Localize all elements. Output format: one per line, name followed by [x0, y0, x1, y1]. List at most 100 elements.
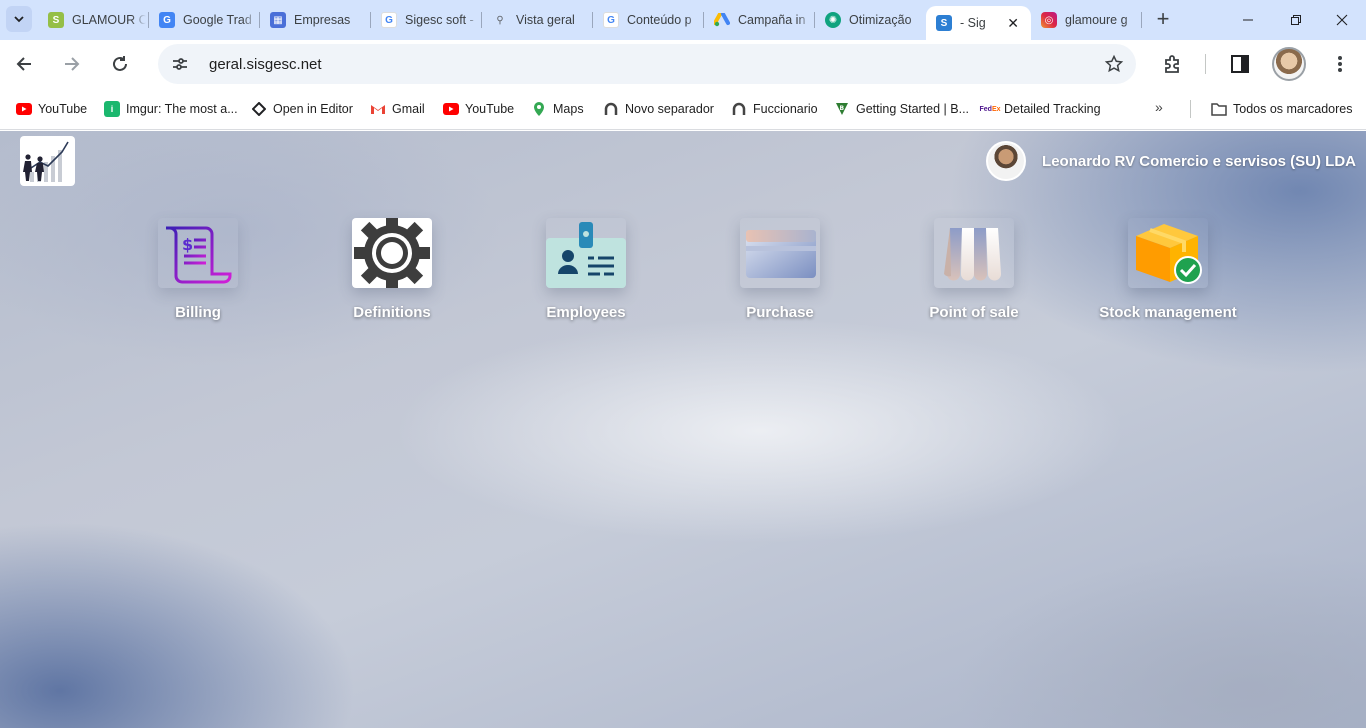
bookmarks-bar: YouTube i Imgur: The most a... Open in E… — [0, 88, 1366, 130]
gmail-icon — [370, 101, 386, 117]
tab-campana[interactable]: Campaña in — [704, 0, 815, 40]
fedex-icon: Fed Ex — [979, 105, 1001, 113]
browser-toolbar: geral.sisgesc.net — [0, 40, 1366, 88]
site-settings-icon[interactable] — [170, 54, 190, 74]
google-ads-icon — [714, 12, 730, 28]
module-label: Stock management — [1099, 304, 1237, 321]
user-avatar[interactable] — [986, 141, 1027, 181]
tab-google-translate[interactable]: G Google Trad — [149, 0, 260, 40]
maps-pin-icon — [531, 101, 547, 117]
more-bookmarks-icon[interactable]: » — [1155, 99, 1163, 115]
side-panel-icon — [1231, 55, 1249, 73]
chatgpt-icon: ✺ — [825, 12, 841, 28]
bookmark-label: Gmail — [392, 102, 425, 116]
tab-sigesc-active[interactable]: S - Sig ✕ — [926, 6, 1031, 40]
puzzle-icon — [1165, 55, 1179, 73]
bookmark-getting-started[interactable]: B Getting Started | B... — [834, 100, 969, 118]
company-name: Leonardo RV Comercio e servisos (SU) LDA — [1042, 152, 1356, 170]
instagram-icon: ◎ — [1041, 12, 1057, 28]
tab-title: Empresas — [294, 13, 351, 27]
bookmark-label: Open in Editor — [273, 102, 353, 116]
tab-glamoure-instagram[interactable]: ◎ glamoure g — [1031, 0, 1142, 40]
profile-avatar[interactable] — [1272, 47, 1306, 81]
bookmark-label: Novo separador — [625, 102, 714, 116]
company-logo[interactable] — [20, 136, 75, 186]
bookmark-label: Fuccionario — [753, 102, 818, 116]
imgur-icon: i — [104, 101, 120, 117]
module-employees[interactable]: Employees — [506, 218, 666, 321]
google-icon: G — [381, 12, 397, 28]
module-label: Point of sale — [929, 304, 1019, 321]
bookmark-youtube[interactable]: YouTube — [16, 100, 87, 118]
tab-search-button[interactable] — [6, 6, 32, 32]
tab-title: glamoure g — [1065, 13, 1128, 27]
bookmark-imgur[interactable]: i Imgur: The most a... — [104, 100, 238, 118]
bookmark-label: Maps — [553, 102, 584, 116]
employee-badge-icon — [546, 218, 626, 288]
bookmark-fuccionario[interactable]: Fuccionario — [731, 100, 818, 118]
bookmark-star-icon[interactable] — [1104, 54, 1124, 74]
module-label: Billing — [175, 304, 221, 321]
module-label: Definitions — [353, 304, 431, 321]
side-panel-button[interactable] — [1228, 52, 1252, 76]
tab-glamour[interactable]: S GLAMOUR C — [38, 0, 149, 40]
bookmark-maps[interactable]: Maps — [531, 100, 584, 118]
tab-empresas[interactable]: ▦ Empresas — [260, 0, 371, 40]
back-button[interactable] — [8, 48, 40, 80]
user-info[interactable]: Leonardo RV Comercio e servisos (SU) LDA — [986, 141, 1356, 181]
minimize-icon — [1243, 19, 1253, 21]
editor-icon — [251, 101, 267, 117]
extensions-button[interactable] — [1161, 52, 1185, 76]
bookmark-novo-separador[interactable]: Novo separador — [603, 100, 714, 118]
analytics-icon: ⚲ — [496, 14, 504, 26]
arrow-right-icon — [65, 57, 80, 71]
tab-otimizacao[interactable]: ✺ Otimização — [815, 0, 926, 40]
bookmark-label: Imgur: The most a... — [126, 102, 238, 116]
google-icon: G — [603, 12, 619, 28]
bookmark-gmail[interactable]: Gmail — [370, 100, 425, 118]
business-logo-icon — [23, 141, 69, 182]
bookmark-youtube-2[interactable]: YouTube — [443, 100, 514, 118]
module-label: Purchase — [746, 304, 814, 321]
tab-vista-geral[interactable]: ⚲ Vista geral — [482, 0, 593, 40]
reload-button[interactable] — [104, 48, 136, 80]
tab-title: Conteúdo p — [627, 13, 692, 27]
module-purchase[interactable]: Purchase — [700, 218, 860, 321]
billing-icon: $ — [158, 218, 238, 288]
bookmark-label: YouTube — [38, 102, 88, 116]
gear-icon — [352, 218, 432, 288]
tab-strip: S GLAMOUR C G Google Trad ▦ Empresas G S… — [0, 0, 1366, 40]
tab-title: Google Trad — [183, 13, 252, 27]
bookmark-label: Todos os marcadores — [1233, 102, 1353, 116]
restore-icon — [1291, 15, 1301, 25]
tab-conteudo[interactable]: G Conteúdo p — [593, 0, 704, 40]
store-awning-icon — [934, 218, 1014, 288]
address-url[interactable]: geral.sisgesc.net — [209, 56, 322, 73]
module-point-of-sale[interactable]: Point of sale — [894, 218, 1054, 321]
browser-menu-button[interactable] — [1328, 52, 1352, 76]
business-icon: ▦ — [270, 12, 286, 28]
bookmark-label: Detailed Tracking — [1004, 102, 1101, 116]
youtube-icon — [16, 101, 32, 117]
arrow-left-icon — [16, 57, 31, 71]
new-tab-button[interactable]: + — [1151, 8, 1175, 32]
tab-title: Otimização — [849, 13, 912, 27]
tab-title: Sigesc soft - — [405, 13, 474, 27]
module-billing[interactable]: $ Billing — [118, 218, 278, 321]
restore-button[interactable] — [1272, 0, 1320, 40]
address-bar[interactable]: geral.sisgesc.net — [158, 44, 1136, 84]
close-tab-icon[interactable]: ✕ — [1007, 15, 1019, 32]
close-window-button[interactable] — [1318, 0, 1366, 40]
all-bookmarks-folder[interactable]: Todos os marcadores — [1211, 100, 1353, 118]
youtube-icon — [443, 101, 459, 117]
forward-button[interactable] — [56, 48, 88, 80]
module-definitions[interactable]: Definitions — [312, 218, 472, 321]
minimize-button[interactable] — [1224, 0, 1272, 40]
sigesc-icon: S — [936, 15, 952, 31]
module-stock-management[interactable]: Stock management — [1088, 218, 1248, 321]
bookmark-site-icon: B — [834, 101, 850, 117]
bookmark-open-in-editor[interactable]: Open in Editor — [251, 100, 353, 118]
tab-sigesc-soft[interactable]: G Sigesc soft - — [371, 0, 482, 40]
bookmark-detailed-tracking[interactable]: Fed Ex Detailed Tracking — [979, 100, 1101, 118]
tab-title: Campaña in — [738, 13, 806, 27]
